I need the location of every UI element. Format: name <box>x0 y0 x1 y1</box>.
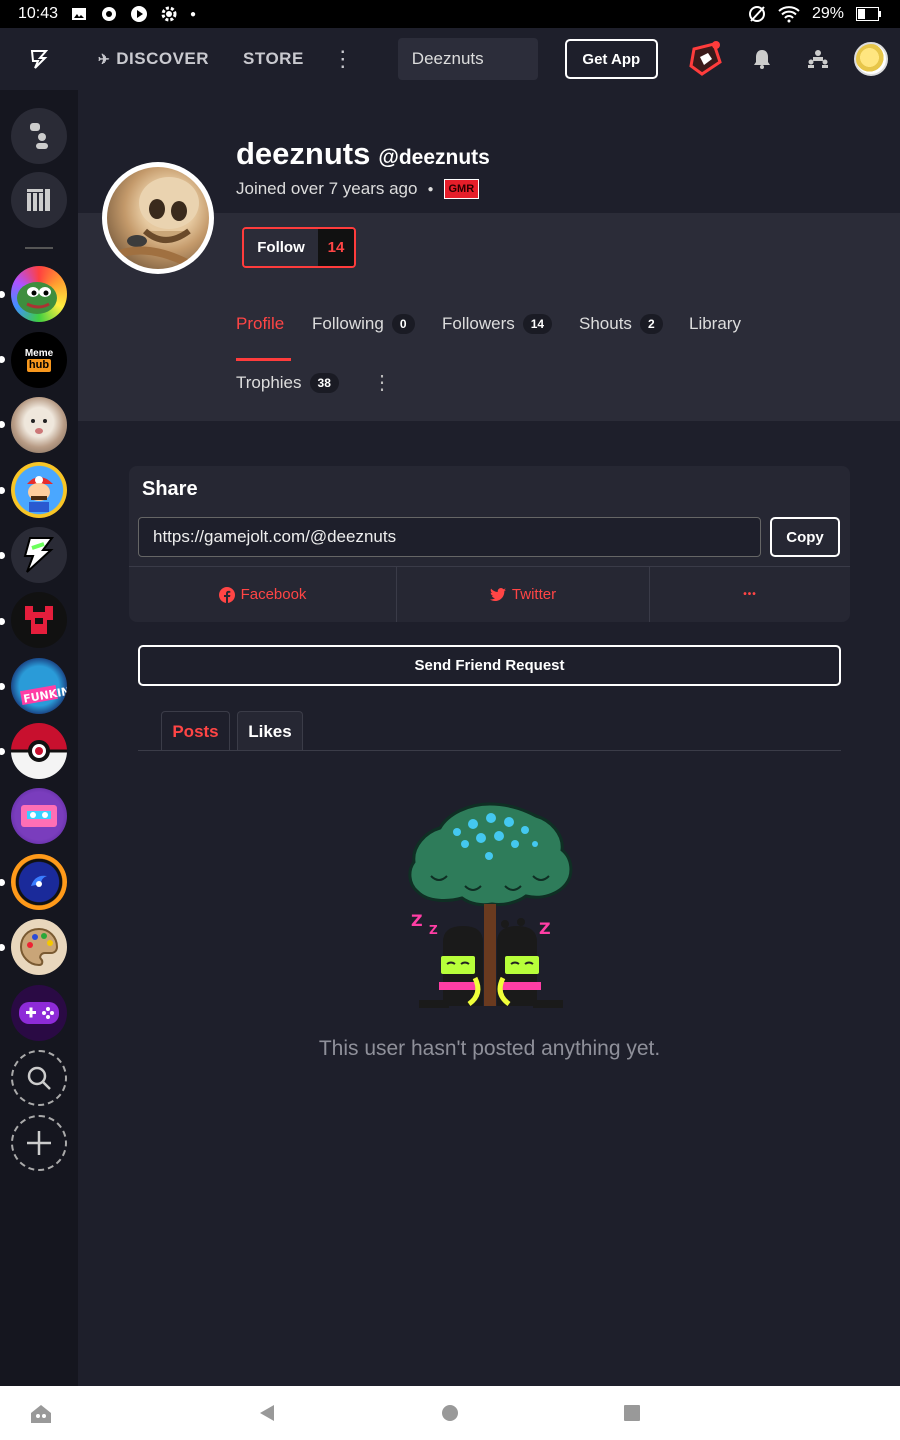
share-more-button[interactable]: ••• <box>650 567 850 622</box>
sidebar-search-icon[interactable] <box>11 1050 67 1106</box>
feed-tabs-divider <box>138 750 841 751</box>
follow-label: Follow <box>244 229 318 266</box>
sidebar-library-icon[interactable] <box>11 172 67 228</box>
sidebar-community-palette[interactable] <box>11 919 67 975</box>
no-sim-icon <box>748 6 765 22</box>
tab-following[interactable]: Following 0 <box>312 314 415 334</box>
facebook-icon <box>218 586 235 603</box>
gmr-badge[interactable]: GMR <box>443 179 480 199</box>
profile-handle: @deeznuts <box>378 146 490 169</box>
unread-dot <box>0 944 5 951</box>
follow-button[interactable]: Follow 14 <box>242 227 356 268</box>
tab-posts[interactable]: Posts <box>161 711 230 751</box>
sidebar-community-pokeball[interactable] <box>11 723 67 779</box>
trophies-count: 38 <box>309 373 339 393</box>
android-nav-bar <box>0 1386 900 1440</box>
sleeping-tree-illustration: Z Z Z <box>408 802 573 1008</box>
sidebar-community-red-robot[interactable] <box>11 592 67 648</box>
image-icon <box>72 8 87 20</box>
unread-dot <box>0 879 5 886</box>
separator-dot: ● <box>427 183 434 195</box>
discover-icon: ✈ <box>98 50 111 67</box>
gamejolt-home-icon[interactable] <box>29 1403 53 1430</box>
tab-followers[interactable]: Followers 14 <box>442 314 553 334</box>
unread-dot <box>0 683 5 690</box>
unread-dot <box>0 487 5 494</box>
play-icon <box>131 6 148 22</box>
gamejolt-logo-icon[interactable] <box>0 28 78 90</box>
home-nav-icon[interactable] <box>441 1403 459 1428</box>
recents-nav-icon[interactable] <box>623 1403 641 1428</box>
status-bar: 10:43 ● 29% <box>0 0 900 28</box>
notification-dot-icon: ● <box>190 8 197 20</box>
user-avatar[interactable] <box>853 42 888 76</box>
share-title: Share <box>142 478 198 500</box>
battery-icon <box>856 7 881 21</box>
share-card: Share https://gamejolt.com/@deeznuts Cop… <box>129 466 850 622</box>
more-menu-icon[interactable]: ⋮ <box>332 46 354 72</box>
battery-percent: 29% <box>811 5 844 22</box>
get-app-button[interactable]: Get App <box>564 39 658 79</box>
sidebar-community-meme-hub[interactable]: Meme hub <box>11 332 67 388</box>
quests-icon[interactable] <box>678 31 734 87</box>
tab-profile[interactable]: Profile <box>236 314 284 334</box>
sidebar-community-fnf[interactable]: FUNKIN <box>11 658 67 714</box>
profile-username: deeznuts @deeznuts <box>236 136 490 171</box>
svg-text:Z: Z <box>429 923 438 937</box>
unread-dot <box>0 618 5 625</box>
sidebar-add-community-icon[interactable] <box>11 1115 67 1171</box>
sidebar-community-gamejolt[interactable] <box>11 527 67 583</box>
sidebar-community-cassette[interactable] <box>11 788 67 844</box>
following-count: 0 <box>391 314 415 334</box>
share-facebook-button[interactable]: Facebook <box>129 567 396 622</box>
sidebar-community-dog[interactable] <box>11 397 67 453</box>
follow-count: 14 <box>318 229 354 266</box>
sidebar-community-pepe[interactable] <box>11 266 67 322</box>
svg-text:Z: Z <box>411 911 423 930</box>
sidebar: Meme hub FUNKIN <box>0 90 78 1386</box>
unread-dot <box>0 421 5 428</box>
friends-icon[interactable] <box>790 31 846 87</box>
sidebar-community-gamepad[interactable] <box>11 985 67 1041</box>
tab-likes[interactable]: Likes <box>237 711 303 751</box>
unread-dot <box>0 748 5 755</box>
gear-icon <box>161 6 177 22</box>
unread-dot <box>0 291 5 298</box>
svg-text:Z: Z <box>539 919 551 938</box>
sidebar-community-mario[interactable] <box>11 462 67 518</box>
share-twitter-button[interactable]: Twitter <box>397 567 649 622</box>
profile-avatar[interactable] <box>102 162 214 274</box>
active-tab-indicator <box>236 358 291 361</box>
store-link[interactable]: STORE <box>243 49 304 69</box>
tab-shouts[interactable]: Shouts 2 <box>579 314 663 334</box>
sidebar-community-sonic[interactable] <box>11 854 67 910</box>
tab-trophies[interactable]: Trophies 38 <box>236 373 339 393</box>
status-time: 10:43 <box>18 5 59 22</box>
tabs-more-icon[interactable]: ⋮ <box>372 370 392 395</box>
settings-flower-icon <box>102 7 117 21</box>
search-input[interactable]: Deeznuts <box>397 38 538 80</box>
sidebar-activity-icon[interactable] <box>11 108 67 164</box>
twitter-icon <box>489 587 506 601</box>
profile-joined: Joined over 7 years ago ● GMR <box>236 179 480 199</box>
tab-library[interactable]: Library <box>689 314 741 334</box>
followers-count: 14 <box>522 314 553 334</box>
empty-feed-message: This user hasn't posted anything yet. <box>318 1037 661 1060</box>
top-nav: ✈ DISCOVER STORE ⋮ Deeznuts Get App <box>0 28 900 90</box>
share-url-field[interactable]: https://gamejolt.com/@deeznuts <box>138 517 761 557</box>
wifi-icon <box>778 6 800 23</box>
unread-dot <box>0 552 5 559</box>
discover-link[interactable]: ✈ DISCOVER <box>98 49 209 69</box>
back-nav-icon[interactable] <box>258 1403 276 1428</box>
unread-dot <box>0 356 5 363</box>
notifications-bell-icon[interactable] <box>734 31 790 87</box>
sidebar-separator <box>25 247 53 249</box>
shouts-count: 2 <box>639 314 663 334</box>
send-friend-request-button[interactable]: Send Friend Request <box>138 645 841 686</box>
copy-button[interactable]: Copy <box>770 517 840 557</box>
